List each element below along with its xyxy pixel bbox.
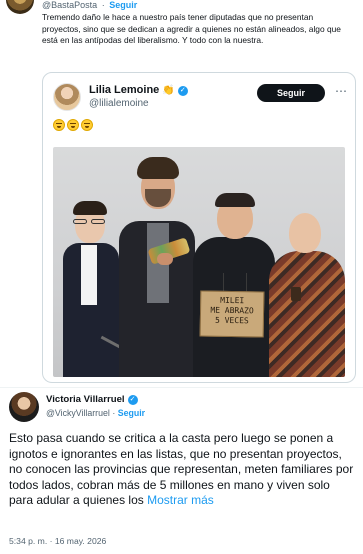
embedded-follow-button[interactable]: Seguir <box>257 84 325 102</box>
cardboard-sign: MILEI ME ABRAZO 5 VECES <box>199 290 265 338</box>
laughing-face-icon <box>67 119 79 131</box>
laughing-face-icon <box>53 119 65 131</box>
avatar[interactable] <box>6 0 34 14</box>
laughing-face-icon <box>81 119 93 131</box>
clapping-hands-icon: 👏 <box>162 85 175 96</box>
emoji-row <box>53 119 93 131</box>
verified-badge-icon: ✓ <box>127 395 138 405</box>
quoted-tweet-text: Tremendo daño le hace a nuestro país ten… <box>42 12 341 45</box>
embedded-photo[interactable]: MILEI ME ABRAZO 5 VECES <box>53 147 345 377</box>
tweet-text: Esto pasa cuando se critica a la casta p… <box>9 431 357 509</box>
embedded-author-handle[interactable]: @lilialemoine <box>89 98 149 110</box>
author-handle[interactable]: @VickyVillarruel <box>46 408 110 418</box>
quoted-tweet[interactable]: @BastaPosta · Seguir Tremendo daño le ha… <box>0 0 363 388</box>
quoted-handle[interactable]: @BastaPosta <box>42 0 97 10</box>
embedded-tweet-card[interactable]: Lilia Lemoine 👏 ✓ @lilialemoine Seguir ⋯ <box>42 72 356 383</box>
embedded-author-name[interactable]: Lilia Lemoine 👏 ✓ <box>89 84 188 97</box>
more-icon[interactable]: ⋯ <box>333 83 349 101</box>
separator: · <box>101 0 105 10</box>
show-more-link[interactable]: Mostrar más <box>147 493 214 507</box>
embedded-author-name-text: Lilia Lemoine <box>89 84 160 96</box>
avatar[interactable] <box>9 392 39 422</box>
avatar[interactable] <box>53 83 81 111</box>
follow-button[interactable]: Seguir <box>109 0 137 10</box>
quoted-tweet-header: @BastaPosta · Seguir <box>42 0 137 11</box>
sign-line: ME ABRAZO <box>210 305 254 316</box>
author-handle-row: @VickyVillarruel · Seguir <box>46 407 145 419</box>
verified-badge-icon: ✓ <box>177 85 188 96</box>
separator: · <box>112 408 116 418</box>
follow-button[interactable]: Seguir <box>118 408 145 418</box>
author-name-text: Victoria Villarruel <box>46 394 125 405</box>
sign-line: 5 VECES <box>214 315 249 326</box>
author-name[interactable]: Victoria Villarruel ✓ <box>46 394 138 406</box>
tweet-timestamp[interactable]: 5:34 p. m. · 16 may. 2026 <box>9 535 106 547</box>
